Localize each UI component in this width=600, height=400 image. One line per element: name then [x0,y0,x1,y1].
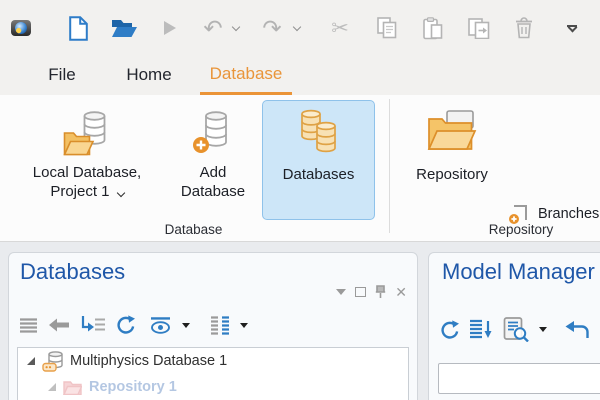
preview-search-icon[interactable] [503,317,529,342]
ribbon-tab-bar: File Home Database [0,55,600,95]
undo-icon[interactable]: ↶ [199,14,227,42]
model-manager-panel-title: Model Manager [442,259,595,285]
group-label-repository: Repository [405,222,600,237]
group-label-database: Database [12,222,375,237]
expand-triangle-icon[interactable] [48,383,56,391]
model-manager-panel: Model Manager [428,252,600,400]
refresh-icon[interactable] [115,315,135,335]
tab-home[interactable]: Home [113,55,185,95]
cut-icon[interactable]: ✂ [326,14,354,42]
quick-access-toolbar: ↶ ↷ ✂ [0,0,600,55]
ribbon-group-separator [389,99,390,233]
redo-dropdown-icon[interactable] [290,14,304,42]
local-database-label: Local Database, Project 1 [13,163,161,201]
model-manager-search-input[interactable] [438,363,600,394]
databases-tree: Multiphysics Database 1 Repository 1 [17,347,409,400]
databases-label: Databases [263,165,374,184]
columns-dropdown-icon[interactable] [240,323,248,328]
undo-dropdown-icon[interactable] [229,14,243,42]
comsol-window: ↶ ↷ ✂ File Home Database [0,0,600,400]
float-icon[interactable] [355,287,366,297]
chevron-down-icon [116,189,124,197]
database-server-icon [42,351,63,372]
add-database-icon [192,109,234,157]
databases-panel: Databases ✕ [8,252,418,400]
refresh-icon[interactable] [439,320,459,340]
databases-button[interactable]: Databases [262,100,375,220]
tree-row-multiphysics-database[interactable]: Multiphysics Database 1 [18,348,408,374]
expand-triangle-icon[interactable] [27,357,35,365]
repository-folder-icon [63,380,82,395]
databases-toolbar [20,315,248,335]
show-dropdown-icon[interactable] [182,323,190,328]
pin-icon[interactable] [375,285,386,299]
ribbon: Local Database, Project 1 Add Database [0,95,600,242]
local-database-icon [64,109,111,157]
delete-icon[interactable] [510,14,538,42]
panel-menu-icon[interactable] [336,289,346,295]
columns-icon[interactable] [210,316,230,335]
open-file-icon[interactable] [110,14,138,42]
repository-label: Repository [405,165,499,184]
new-file-icon[interactable] [64,14,92,42]
workspace: Databases ✕ [0,242,600,400]
add-database-label: Add Database [171,163,255,201]
paste-icon[interactable] [419,14,447,42]
go-to-node-icon[interactable] [80,316,105,334]
preview-dropdown-icon[interactable] [539,327,547,332]
restore-icon[interactable] [565,321,589,339]
run-icon[interactable] [156,14,184,42]
tree-label: Multiphysics Database 1 [70,353,227,369]
duplicate-icon[interactable] [465,14,493,42]
close-icon[interactable]: ✕ [395,285,407,299]
databases-panel-controls: ✕ [336,285,407,299]
show-list-icon[interactable] [20,318,38,333]
redo-icon[interactable]: ↷ [258,14,286,42]
tree-label: Repository 1 [89,379,177,395]
show-options-icon[interactable] [149,317,172,334]
model-manager-toolbar [439,317,589,342]
copy-icon[interactable] [373,14,401,42]
tree-row-repository[interactable]: Repository 1 [18,374,408,400]
repository-icon [427,109,477,153]
back-arrow-icon[interactable] [48,318,70,332]
sort-icon[interactable] [469,319,493,340]
tab-file[interactable]: File [33,55,91,95]
app-logo-icon [7,14,35,42]
repository-button[interactable]: Repository [404,100,500,220]
local-database-button[interactable]: Local Database, Project 1 [12,100,162,220]
databases-panel-title: Databases [20,259,125,285]
tab-database[interactable]: Database [200,55,292,95]
databases-icon [293,109,345,159]
toolbar-options-icon[interactable] [558,14,586,42]
add-database-button[interactable]: Add Database [170,100,256,220]
